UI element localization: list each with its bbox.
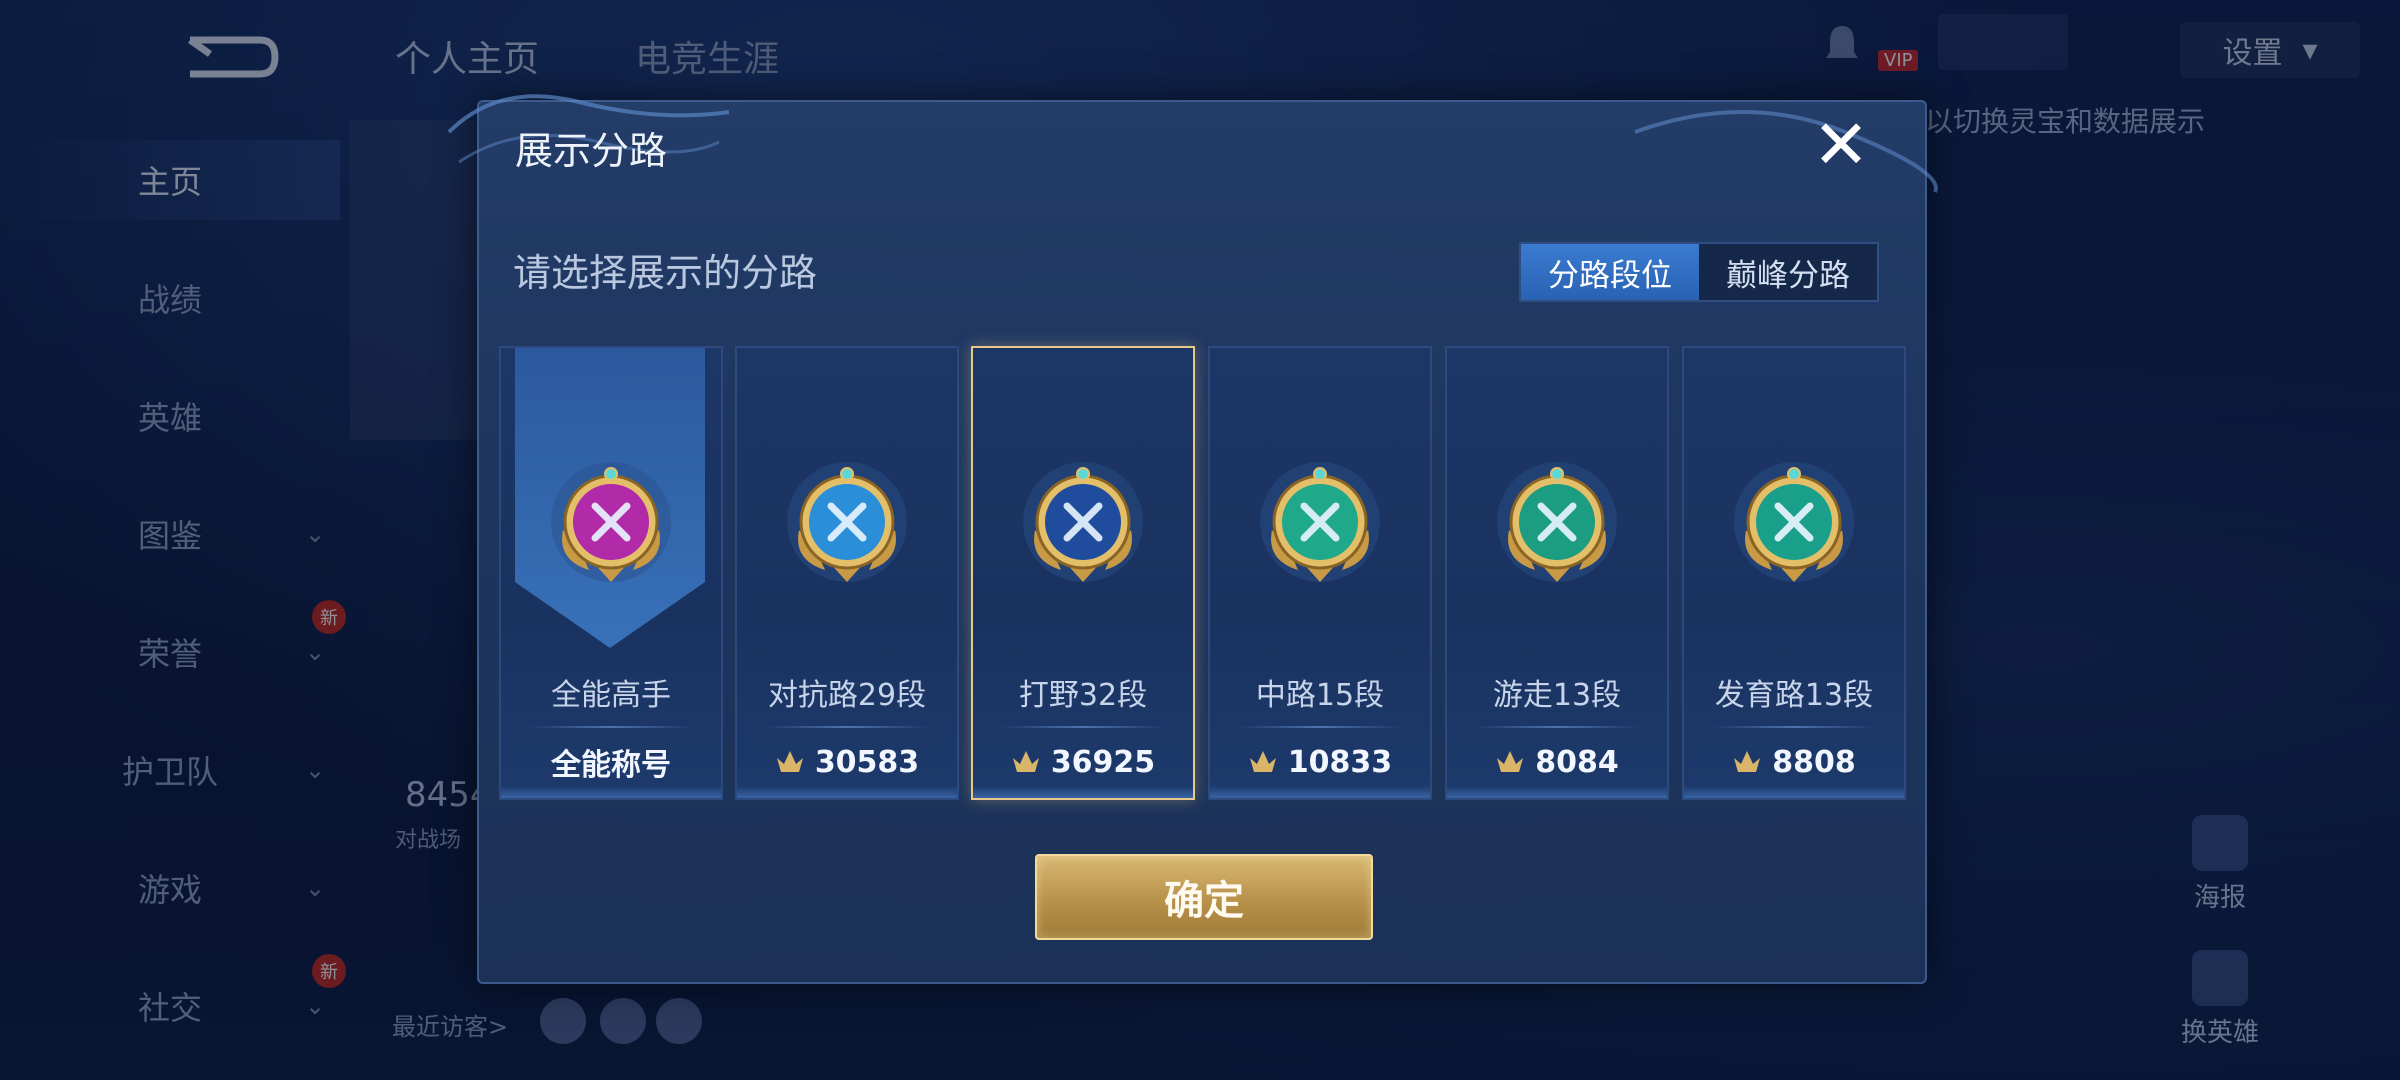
lane-score-value: 全能称号 (551, 748, 671, 783)
mid-lane-emblem-icon (1260, 462, 1380, 582)
lane-card[interactable]: 对抗路29段 30583 (735, 346, 959, 800)
card-glow (1210, 786, 1430, 798)
close-icon: ✕ (1812, 106, 1870, 185)
divider (1238, 726, 1402, 728)
toggle-lane-rank[interactable]: 分路段位 (1521, 244, 1699, 300)
lane-card[interactable]: 打野32段 36925 (971, 346, 1195, 800)
divider (529, 726, 693, 728)
card-glow (1447, 786, 1667, 798)
clash-lane-emblem-icon (787, 462, 907, 582)
close-button[interactable]: ✕ (1805, 110, 1877, 182)
lane-name: 游走13段 (1492, 678, 1622, 713)
lane-card[interactable]: 全能高手 全能称号 (499, 346, 723, 800)
divider (1001, 726, 1165, 728)
lane-type-toggle: 分路段位 巅峰分路 (1519, 242, 1879, 302)
crown-icon (1734, 751, 1761, 772)
crown-icon (776, 751, 803, 772)
divider (1712, 726, 1876, 728)
card-glow (737, 786, 957, 798)
divider (765, 726, 929, 728)
lane-card-list: 全能高手 全能称号 对抗路29段 30583 打野32段 36925 中路15段 10833 游… (499, 346, 1909, 800)
lane-card[interactable]: 游走13段 8084 (1445, 346, 1669, 800)
toggle-peak-lane[interactable]: 巅峰分路 (1699, 244, 1877, 300)
lane-score: 8808 (1684, 740, 1904, 784)
lane-score: 全能称号 (501, 740, 721, 784)
lane-score: 36925 (973, 740, 1193, 784)
lane-card[interactable]: 中路15段 10833 (1208, 346, 1432, 800)
card-glow (1684, 786, 1904, 798)
lane-score-value: 36925 (1050, 744, 1156, 780)
divider (1475, 726, 1639, 728)
lane-score-value: 30583 (814, 744, 920, 780)
lane-name: 对抗路29段 (767, 678, 927, 713)
lane-name: 发育路13段 (1714, 678, 1874, 713)
card-glow (973, 786, 1193, 798)
crown-icon (1012, 751, 1039, 772)
lane-name: 中路15段 (1255, 678, 1385, 713)
farm-lane-emblem-icon (1734, 462, 1854, 582)
roam-emblem-icon (1497, 462, 1617, 582)
lane-score: 30583 (737, 740, 957, 784)
lane-name: 打野32段 (1018, 678, 1148, 713)
crown-icon (1497, 751, 1524, 772)
confirm-button[interactable]: 确定 (1035, 854, 1373, 940)
omni-emblem-icon (551, 462, 671, 582)
card-glow (501, 786, 721, 798)
decorative-swirl (1634, 110, 1938, 193)
lane-card[interactable]: 发育路13段 8808 (1682, 346, 1906, 800)
lane-score-value: 10833 (1287, 744, 1393, 780)
lane-display-dialog: 展示分路 ✕ 请选择展示的分路 分路段位 巅峰分路 全能高手 全能称号 对抗路29段… (447, 94, 1938, 984)
jungle-emblem-icon (1023, 462, 1143, 582)
lane-score-value: 8084 (1535, 744, 1619, 780)
lane-score: 10833 (1210, 740, 1430, 784)
lane-score: 8084 (1447, 740, 1667, 784)
crown-icon (1249, 751, 1276, 772)
dialog-subtitle: 请选择展示的分路 (513, 251, 818, 295)
lane-score-value: 8808 (1772, 744, 1856, 780)
dialog-title: 展示分路 (515, 129, 668, 173)
lane-name: 全能高手 (551, 678, 671, 713)
